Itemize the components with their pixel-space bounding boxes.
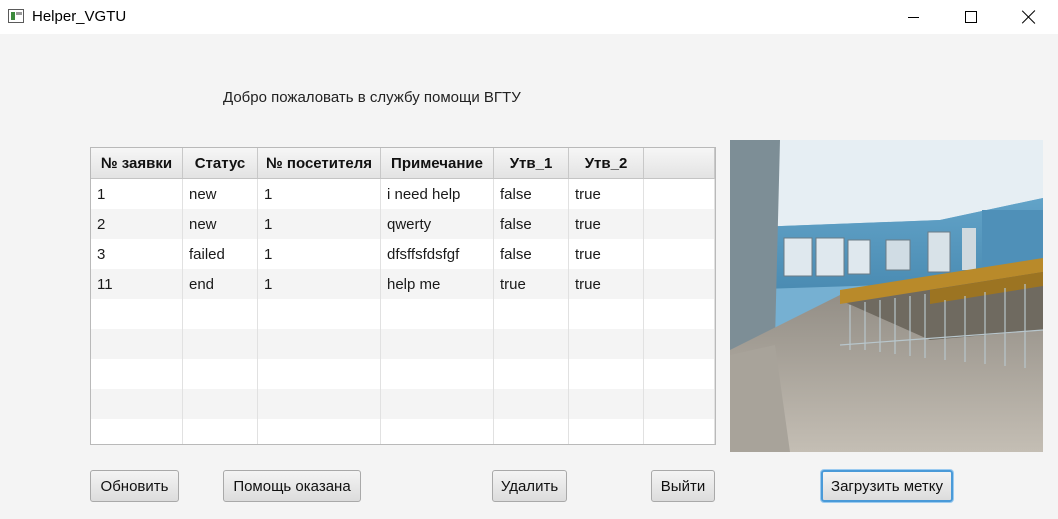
table-cell-extra[interactable] bbox=[644, 389, 715, 419]
table-cell-visitor-number[interactable]: 1 bbox=[258, 269, 381, 299]
title-bar: Helper_VGTU bbox=[0, 0, 1058, 34]
table-cell-approval-1[interactable] bbox=[494, 329, 569, 359]
table-cell-visitor-number[interactable] bbox=[258, 299, 381, 329]
table-cell-approval-1[interactable]: false bbox=[494, 179, 569, 209]
table-row[interactable]: 11 end 1 help me true true bbox=[91, 269, 715, 299]
table-cell-status[interactable] bbox=[183, 299, 258, 329]
refresh-button[interactable]: Обновить bbox=[90, 470, 179, 502]
table-cell-extra[interactable] bbox=[644, 209, 715, 239]
table-cell-approval-1[interactable] bbox=[494, 419, 569, 444]
table-cell-status[interactable] bbox=[183, 389, 258, 419]
table-cell-status[interactable] bbox=[183, 359, 258, 389]
table-cell-approval-2[interactable] bbox=[569, 389, 644, 419]
column-header-approval-2[interactable]: Утв_2 bbox=[569, 148, 644, 178]
table-cell-approval-1[interactable] bbox=[494, 389, 569, 419]
table-cell-extra[interactable] bbox=[644, 239, 715, 269]
table-cell-approval-2[interactable]: true bbox=[569, 269, 644, 299]
table-cell-request-number[interactable] bbox=[91, 299, 183, 329]
table-cell-extra[interactable] bbox=[644, 179, 715, 209]
close-button[interactable] bbox=[1006, 0, 1052, 34]
column-header-approval-1[interactable]: Утв_1 bbox=[494, 148, 569, 178]
table-cell-note[interactable] bbox=[381, 389, 494, 419]
table-cell-request-number[interactable]: 11 bbox=[91, 269, 183, 299]
table-cell-approval-2[interactable]: true bbox=[569, 239, 644, 269]
maximize-button[interactable] bbox=[948, 0, 994, 34]
table-header: № заявки Статус № посетителя Примечание … bbox=[91, 148, 715, 179]
table-cell-note[interactable] bbox=[381, 329, 494, 359]
table-cell-note[interactable]: i need help bbox=[381, 179, 494, 209]
table-cell-note[interactable]: dfsffsfdsfgf bbox=[381, 239, 494, 269]
table-cell-extra[interactable] bbox=[644, 419, 715, 444]
table-row[interactable] bbox=[91, 299, 715, 329]
table-cell-approval-2[interactable]: true bbox=[569, 209, 644, 239]
upload-mark-button[interactable]: Загрузить метку bbox=[821, 470, 953, 502]
table-cell-status[interactable]: new bbox=[183, 179, 258, 209]
table-cell-visitor-number[interactable] bbox=[258, 329, 381, 359]
table-cell-note[interactable]: help me bbox=[381, 269, 494, 299]
table-cell-approval-1[interactable]: false bbox=[494, 239, 569, 269]
column-header-note[interactable]: Примечание bbox=[381, 148, 494, 178]
table-cell-visitor-number[interactable] bbox=[258, 419, 381, 444]
table-cell-extra[interactable] bbox=[644, 359, 715, 389]
table-row[interactable] bbox=[91, 329, 715, 359]
table-cell-status[interactable]: failed bbox=[183, 239, 258, 269]
table-cell-approval-2[interactable] bbox=[569, 299, 644, 329]
welcome-text: Добро пожаловать в службу помощи ВГТУ bbox=[223, 89, 521, 106]
table-cell-status[interactable]: end bbox=[183, 269, 258, 299]
table-cell-approval-1[interactable]: false bbox=[494, 209, 569, 239]
close-icon bbox=[1022, 10, 1036, 24]
table-cell-status[interactable] bbox=[183, 329, 258, 359]
table-cell-approval-2[interactable] bbox=[569, 359, 644, 389]
table-cell-visitor-number[interactable] bbox=[258, 359, 381, 389]
column-header-request-number[interactable]: № заявки bbox=[91, 148, 183, 178]
table-cell-status[interactable] bbox=[183, 419, 258, 444]
column-header-status[interactable]: Статус bbox=[183, 148, 258, 178]
minimize-icon bbox=[907, 16, 919, 18]
window-title: Helper_VGTU bbox=[32, 8, 127, 25]
table-cell-note[interactable]: qwerty bbox=[381, 209, 494, 239]
table-cell-request-number[interactable] bbox=[91, 329, 183, 359]
table-cell-extra[interactable] bbox=[644, 299, 715, 329]
table-cell-approval-1[interactable]: true bbox=[494, 269, 569, 299]
table-cell-extra[interactable] bbox=[644, 269, 715, 299]
table-cell-visitor-number[interactable]: 1 bbox=[258, 209, 381, 239]
table-cell-note[interactable] bbox=[381, 419, 494, 444]
table-cell-approval-2[interactable] bbox=[569, 329, 644, 359]
table-cell-request-number[interactable] bbox=[91, 419, 183, 444]
exit-button[interactable]: Выйти bbox=[651, 470, 715, 502]
hallway-photo-graphic bbox=[730, 140, 1043, 452]
table-cell-request-number[interactable]: 2 bbox=[91, 209, 183, 239]
column-header-visitor-number[interactable]: № посетителя bbox=[258, 148, 381, 178]
table-row[interactable] bbox=[91, 389, 715, 419]
table-row[interactable]: 3 failed 1 dfsffsfdsfgf false true bbox=[91, 239, 715, 269]
help-done-button[interactable]: Помощь оказана bbox=[223, 470, 361, 502]
table-cell-request-number[interactable]: 3 bbox=[91, 239, 183, 269]
maximize-icon bbox=[965, 11, 977, 23]
table-cell-request-number[interactable] bbox=[91, 359, 183, 389]
column-header-extra[interactable] bbox=[644, 148, 715, 178]
table-cell-approval-2[interactable] bbox=[569, 419, 644, 444]
table-cell-approval-2[interactable]: true bbox=[569, 179, 644, 209]
app-icon bbox=[8, 9, 24, 23]
table-row[interactable]: 1 new 1 i need help false true bbox=[91, 179, 715, 209]
table-cell-visitor-number[interactable]: 1 bbox=[258, 239, 381, 269]
minimize-button[interactable] bbox=[890, 0, 936, 34]
table-cell-request-number[interactable]: 1 bbox=[91, 179, 183, 209]
table-cell-note[interactable] bbox=[381, 299, 494, 329]
table-cell-visitor-number[interactable] bbox=[258, 389, 381, 419]
table-cell-visitor-number[interactable]: 1 bbox=[258, 179, 381, 209]
table-row[interactable] bbox=[91, 359, 715, 389]
table-cell-request-number[interactable] bbox=[91, 389, 183, 419]
table-cell-approval-1[interactable] bbox=[494, 299, 569, 329]
requests-table[interactable]: № заявки Статус № посетителя Примечание … bbox=[90, 147, 716, 445]
table-cell-extra[interactable] bbox=[644, 329, 715, 359]
table-row[interactable] bbox=[91, 419, 715, 444]
table-row[interactable]: 2 new 1 qwerty false true bbox=[91, 209, 715, 239]
delete-button[interactable]: Удалить bbox=[492, 470, 567, 502]
table-cell-note[interactable] bbox=[381, 359, 494, 389]
table-body: 1 new 1 i need help false true 2 new 1 qwerty fals… bbox=[91, 179, 715, 444]
hallway-photo bbox=[730, 140, 1043, 452]
table-cell-approval-1[interactable] bbox=[494, 359, 569, 389]
table-cell-status[interactable]: new bbox=[183, 209, 258, 239]
